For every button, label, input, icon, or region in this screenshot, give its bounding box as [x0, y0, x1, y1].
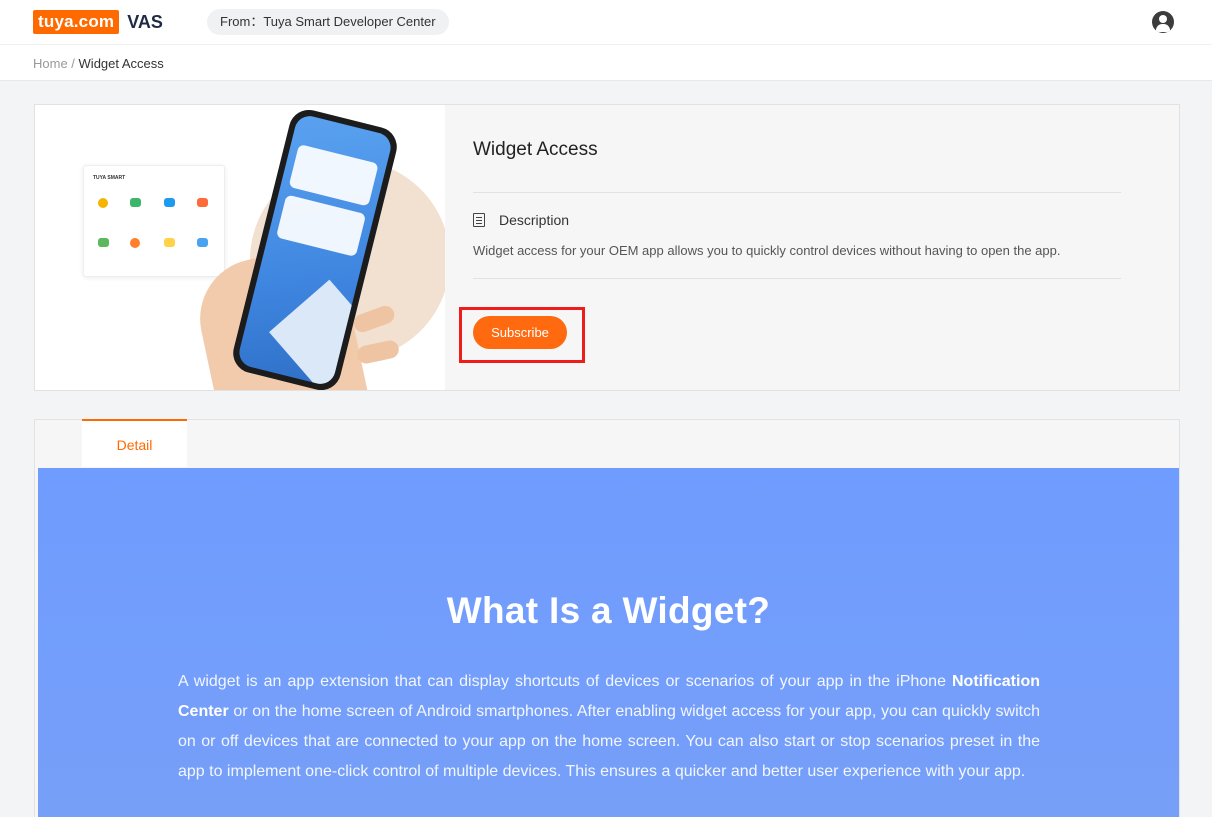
- banner-text-part: A widget is an app extension that can di…: [178, 673, 952, 690]
- description-heading: Description: [473, 211, 569, 229]
- description-heading-label: Description: [499, 212, 570, 228]
- logo-vas-text: VAS: [127, 11, 163, 32]
- tuya-logo[interactable]: tuya.com VAS: [33, 10, 163, 34]
- banner-text: A widget is an app extension that can di…: [178, 667, 1040, 787]
- banner-title: What Is a Widget?: [446, 590, 771, 631]
- divider: [473, 192, 1121, 193]
- breadcrumb: Home / Widget Access: [33, 56, 164, 71]
- breadcrumb-home[interactable]: Home: [33, 56, 68, 71]
- logo-badge: tuya.com: [33, 10, 120, 34]
- product-card: TUYA SMART Widget Access Description Wid…: [34, 104, 1180, 391]
- subscribe-button[interactable]: Subscribe: [473, 316, 567, 349]
- widget-intro-banner: What Is a Widget? A widget is an app ext…: [38, 468, 1179, 817]
- top-header: tuya.com VAS From：Tuya Smart Developer C…: [0, 0, 1212, 44]
- preview-panel-title: TUYA SMART: [93, 175, 126, 181]
- breadcrumb-separator: /: [67, 56, 79, 71]
- breadcrumb-bar: Home / Widget Access: [0, 44, 1212, 81]
- banner-text-part: or on the home screen of Android smartph…: [178, 703, 1040, 780]
- tab-detail[interactable]: Detail: [82, 419, 187, 467]
- product-title: Widget Access: [473, 139, 598, 160]
- source-pill: From：Tuya Smart Developer Center: [207, 9, 449, 35]
- description-text: Widget access for your OEM app allows yo…: [473, 243, 1061, 258]
- widget-preview-panel: TUYA SMART: [83, 165, 225, 277]
- user-avatar-icon[interactable]: [1152, 11, 1174, 33]
- breadcrumb-current: Widget Access: [78, 56, 164, 71]
- divider: [473, 278, 1121, 279]
- product-hero-image: TUYA SMART: [35, 105, 445, 390]
- detail-panel: Detail What Is a Widget? A widget is an …: [34, 419, 1180, 817]
- document-icon: [473, 213, 485, 227]
